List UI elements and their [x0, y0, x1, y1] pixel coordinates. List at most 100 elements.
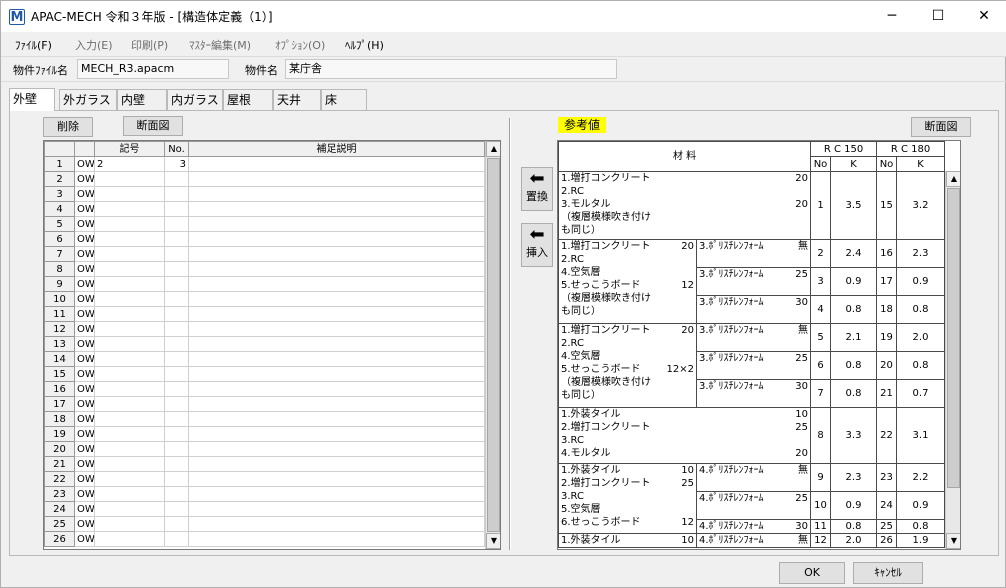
- table-row[interactable]: 9 OW: [44, 276, 485, 292]
- row-no[interactable]: 3: [164, 156, 189, 172]
- row-code[interactable]: OW: [74, 261, 95, 277]
- ok-button[interactable]: OK: [779, 562, 845, 584]
- row-no[interactable]: [164, 246, 189, 262]
- ref-k-cell[interactable]: 2.1: [830, 323, 877, 352]
- row-note[interactable]: [188, 456, 485, 472]
- row-kigo[interactable]: [94, 351, 165, 367]
- reference-grid[interactable]: 材 料 R C 150 R C 180 No K No K 1.増打コンクリート…: [557, 140, 961, 550]
- table-row[interactable]: 1.増打コンクリート 20 2.RC 4.空気層 5.せっこうボード 12 （複層模様吹き付…: [558, 239, 945, 324]
- row-code[interactable]: OW: [74, 531, 95, 547]
- ref-k-cell[interactable]: 3.5: [830, 171, 877, 240]
- scroll-up-icon[interactable]: ▲: [486, 141, 500, 157]
- ref-no-cell[interactable]: 16: [876, 239, 897, 268]
- row-note[interactable]: [188, 306, 485, 322]
- row-note[interactable]: [188, 381, 485, 397]
- row-code[interactable]: OW: [74, 231, 95, 247]
- row-code[interactable]: OW: [74, 171, 95, 187]
- row-no[interactable]: [164, 531, 189, 547]
- ref-k-cell[interactable]: 0.7: [896, 379, 945, 408]
- ref-k-cell[interactable]: 0.9: [896, 491, 945, 520]
- scroll-up-icon[interactable]: ▲: [946, 171, 960, 187]
- ref-k-cell[interactable]: 0.9: [830, 491, 877, 520]
- row-no[interactable]: [164, 291, 189, 307]
- row-note[interactable]: [188, 441, 485, 457]
- row-kigo[interactable]: [94, 261, 165, 277]
- row-no[interactable]: [164, 201, 189, 217]
- ref-k-cell[interactable]: 0.8: [830, 519, 877, 534]
- row-kigo[interactable]: [94, 171, 165, 187]
- row-no[interactable]: [164, 336, 189, 352]
- table-row[interactable]: 3 OW: [44, 186, 485, 202]
- row-code[interactable]: OW: [74, 186, 95, 202]
- tab-interior-wall[interactable]: 内壁: [117, 89, 167, 110]
- ref-no-cell[interactable]: 24: [876, 491, 897, 520]
- row-code[interactable]: OW: [74, 441, 95, 457]
- menu-options[interactable]: ｵﾌﾟｼｮﾝ(O): [275, 37, 325, 53]
- ref-k-cell[interactable]: 2.4: [830, 239, 877, 268]
- row-no[interactable]: [164, 501, 189, 517]
- row-code[interactable]: OW: [74, 381, 95, 397]
- row-kigo[interactable]: [94, 216, 165, 232]
- table-row[interactable]: 1.外装タイル 10 4.ﾎﾟﾘｽﾁﾚﾝﾌｫｰﾑ 無 12 2.0 26 1.9: [558, 533, 945, 548]
- row-no[interactable]: [164, 486, 189, 502]
- row-kigo[interactable]: [94, 426, 165, 442]
- close-icon[interactable]: ✕: [961, 1, 1006, 32]
- row-kigo[interactable]: [94, 306, 165, 322]
- minimize-icon[interactable]: ─: [869, 1, 915, 32]
- row-code[interactable]: OW: [74, 396, 95, 412]
- grid-scrollbar[interactable]: ▲ ▼: [485, 141, 500, 549]
- ref-k-cell[interactable]: 3.2: [896, 171, 945, 240]
- ref-no-cell[interactable]: 8: [810, 407, 831, 464]
- scroll-thumb[interactable]: [947, 188, 960, 488]
- row-no[interactable]: [164, 411, 189, 427]
- row-code[interactable]: OW: [74, 276, 95, 292]
- row-no[interactable]: [164, 321, 189, 337]
- tab-ceiling[interactable]: 天井: [273, 89, 321, 110]
- scroll-down-icon[interactable]: ▼: [486, 533, 500, 549]
- row-no[interactable]: [164, 306, 189, 322]
- ref-k-cell[interactable]: 0.8: [896, 295, 945, 324]
- row-kigo[interactable]: [94, 486, 165, 502]
- menu-master-edit[interactable]: ﾏｽﾀｰ編集(M): [189, 37, 251, 53]
- row-kigo[interactable]: [94, 186, 165, 202]
- table-row[interactable]: 24 OW: [44, 501, 485, 517]
- ref-k-cell[interactable]: 2.0: [896, 323, 945, 352]
- tab-interior-glass[interactable]: 内ガラス: [167, 89, 223, 110]
- row-code[interactable]: OW: [74, 156, 95, 172]
- ref-no-cell[interactable]: 3: [810, 267, 831, 296]
- row-note[interactable]: [188, 486, 485, 502]
- table-row[interactable]: 22 OW: [44, 471, 485, 487]
- row-no[interactable]: [164, 516, 189, 532]
- tab-floor[interactable]: 床: [321, 89, 367, 110]
- ref-no-cell[interactable]: 9: [810, 463, 831, 492]
- ref-k-cell[interactable]: 2.3: [896, 239, 945, 268]
- row-no[interactable]: [164, 456, 189, 472]
- row-no[interactable]: [164, 231, 189, 247]
- replace-button[interactable]: ⬅ 置換: [521, 167, 553, 211]
- menu-help[interactable]: ﾍﾙﾌﾟ(H): [345, 37, 384, 53]
- ref-k-cell[interactable]: 0.9: [830, 267, 877, 296]
- row-note[interactable]: [188, 471, 485, 487]
- row-note[interactable]: [188, 291, 485, 307]
- table-row[interactable]: 14 OW: [44, 351, 485, 367]
- ref-no-cell[interactable]: 6: [810, 351, 831, 380]
- ref-k-cell[interactable]: 0.8: [830, 295, 877, 324]
- ref-no-cell[interactable]: 18: [876, 295, 897, 324]
- row-no[interactable]: [164, 261, 189, 277]
- row-kigo[interactable]: [94, 456, 165, 472]
- ref-no-cell[interactable]: 7: [810, 379, 831, 408]
- table-row[interactable]: 1.増打コンクリート 20 2.RC 3.モルタル 20 （複層模様吹き付け も同じ） 1 3.…: [558, 171, 945, 240]
- ref-no-cell[interactable]: 23: [876, 463, 897, 492]
- ref-no-cell[interactable]: 17: [876, 267, 897, 296]
- row-note[interactable]: [188, 321, 485, 337]
- ref-scrollbar[interactable]: ▲ ▼: [945, 171, 960, 549]
- row-kigo[interactable]: [94, 501, 165, 517]
- table-row[interactable]: 21 OW: [44, 456, 485, 472]
- menu-input[interactable]: 入力(E): [75, 37, 113, 53]
- row-kigo[interactable]: [94, 291, 165, 307]
- row-no[interactable]: [164, 276, 189, 292]
- row-note[interactable]: [188, 411, 485, 427]
- table-row[interactable]: 12 OW: [44, 321, 485, 337]
- row-code[interactable]: OW: [74, 471, 95, 487]
- row-note[interactable]: [188, 426, 485, 442]
